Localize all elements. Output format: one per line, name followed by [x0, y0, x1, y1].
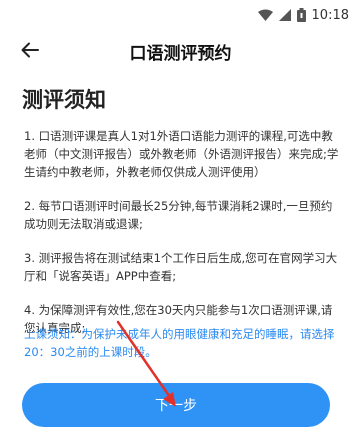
battery-icon [296, 8, 306, 22]
wifi-icon [257, 9, 273, 21]
next-step-button[interactable]: 下一步 [22, 383, 330, 427]
page-title: 口语测评预约 [129, 44, 232, 64]
rule-item: 3. 测评报告将在测试结束1个工作日后生成,您可在官网学习大厅和「说客英语」AP… [24, 251, 338, 283]
status-bar: 10:18 [0, 0, 361, 30]
rules-list: 1. 口语测评课是真人1对1外语口语能力测评的课程,可选中教老师（中文测评报告）… [24, 127, 340, 353]
status-icons: 10:18 [257, 6, 349, 24]
status-time: 10:18 [311, 7, 349, 23]
rule-item: 2. 每节口语测评时间最长25分钟,每节课消耗2课时,一旦预约成功则无法取消或退… [24, 199, 333, 231]
class-notice: 上课须知：为保护未成年人的用眼健康和充足的睡眠，请选择20：30之前的上课时段。 [24, 327, 335, 359]
signal-icon [278, 9, 291, 21]
rule-item: 1. 口语测评课是真人1对1外语口语能力测评的课程,可选中教老师（中文测评报告）… [24, 129, 339, 179]
section-title: 测评须知 [22, 88, 106, 112]
app-bar: 口语测评预约 [0, 30, 361, 70]
